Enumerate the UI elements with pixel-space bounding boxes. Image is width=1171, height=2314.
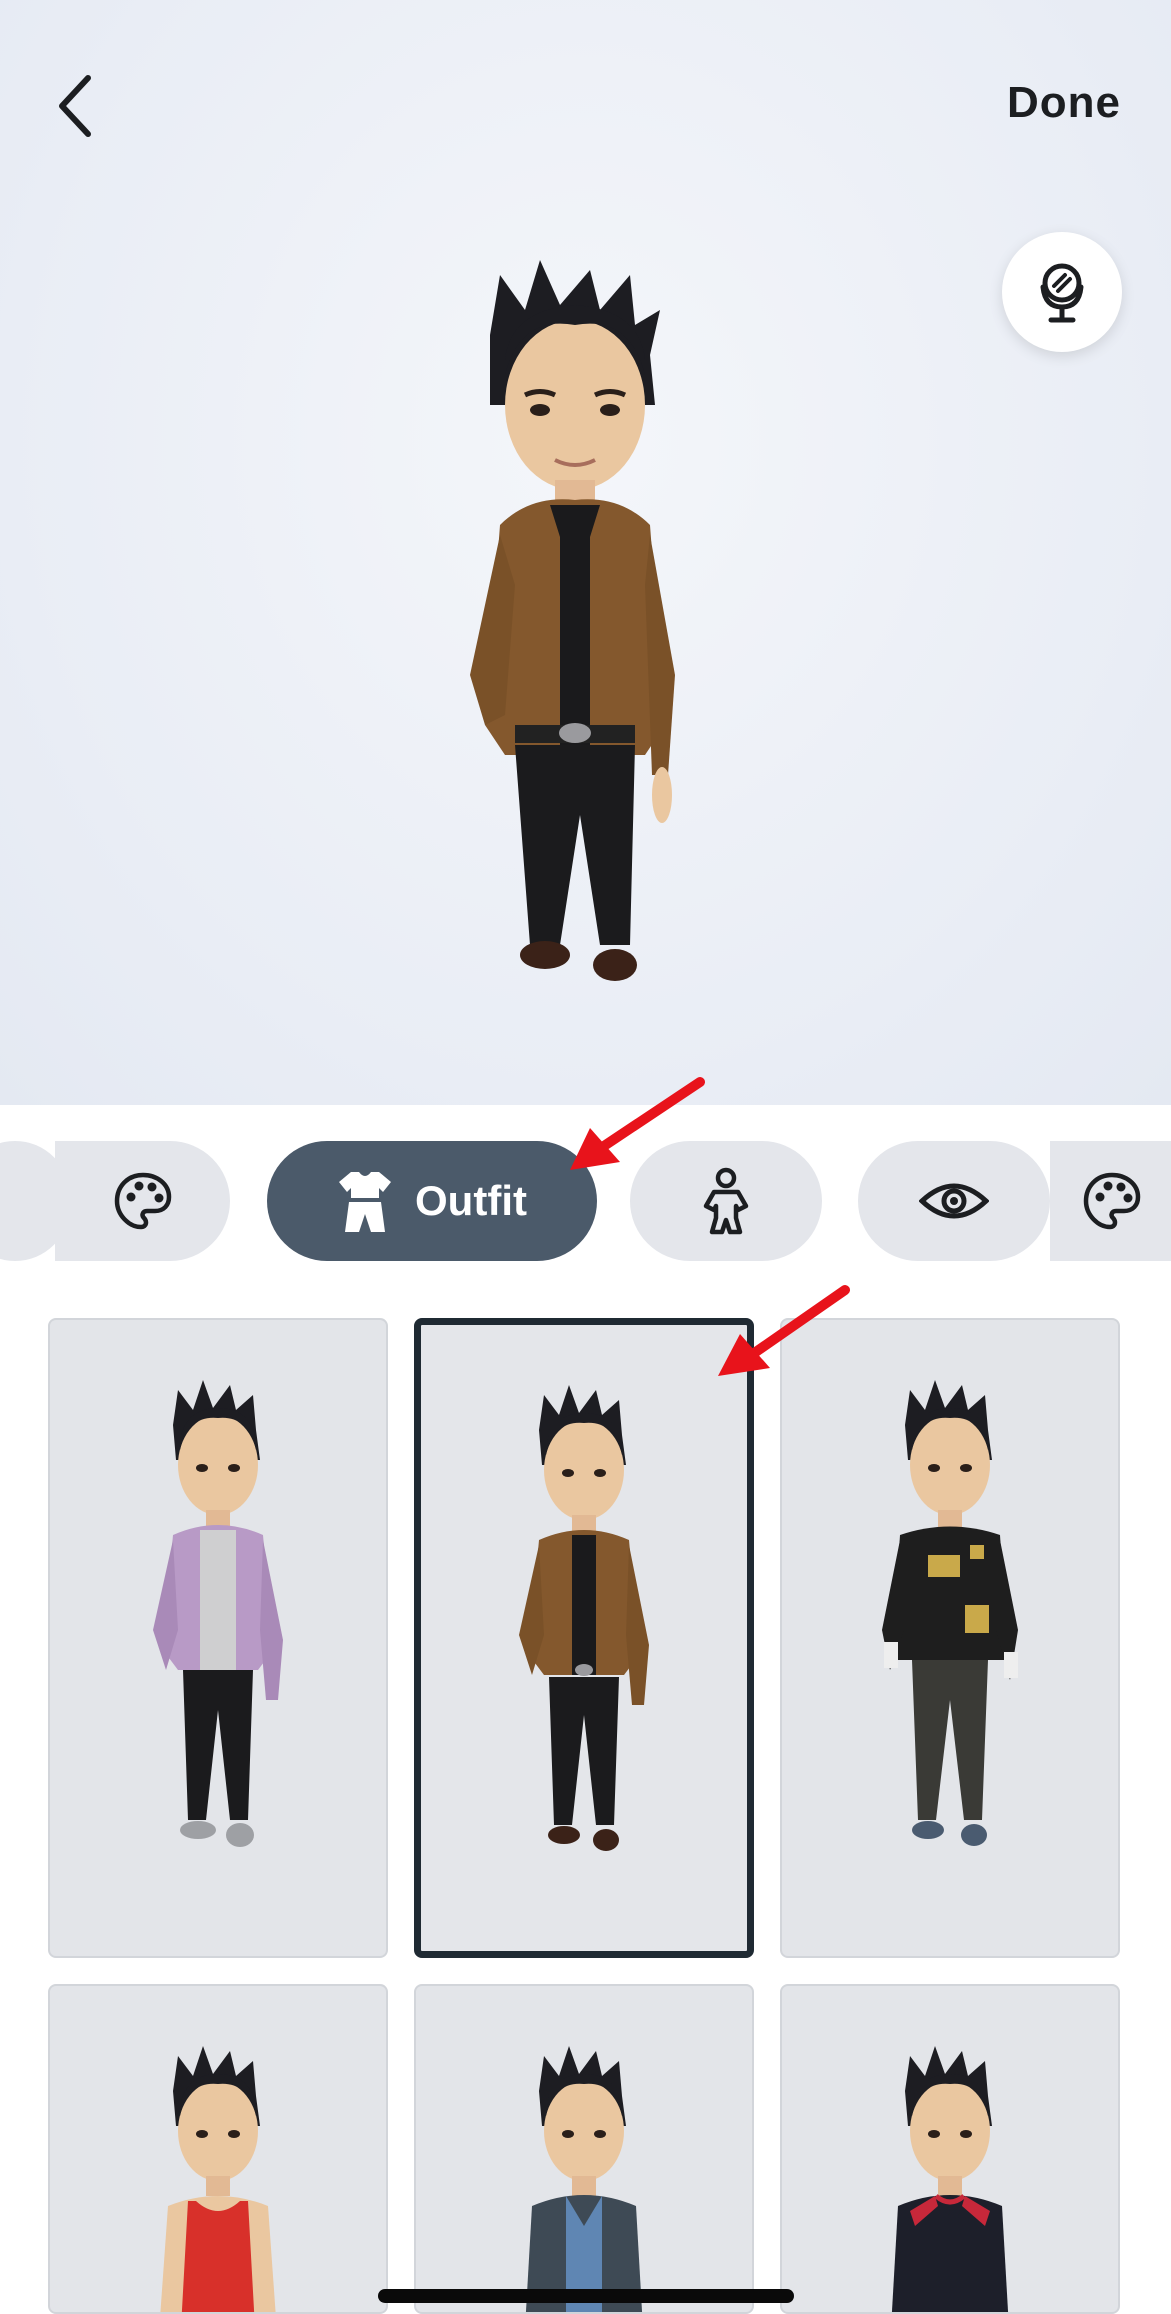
palette-icon (1083, 1172, 1141, 1230)
tab-outfit[interactable]: Outfit (267, 1141, 597, 1261)
avatar-thumbnail (160, 2046, 276, 2312)
avatar-thumbnail (882, 1380, 1018, 1846)
outfit-option-brown-blazer[interactable] (414, 1318, 754, 1958)
outfit-icon (339, 1172, 392, 1232)
outfit-option-lavender-jacket[interactable] (48, 1318, 388, 1958)
annotation-arrow-outfit (570, 1077, 705, 1170)
tab-palette[interactable] (55, 1141, 230, 1261)
done-button[interactable]: Done (1007, 78, 1121, 128)
outfit-option-red-tank-top[interactable] (48, 1984, 388, 2314)
outfit-option-denim-shirt[interactable] (414, 1984, 754, 2314)
tab-eye[interactable] (858, 1141, 1050, 1261)
avatar-thumbnail (519, 1385, 649, 1851)
avatar-thumbnail (525, 2046, 643, 2312)
eye-icon (919, 1183, 989, 1219)
annotation-arrow-selected (718, 1285, 850, 1376)
avatar-thumbnail (153, 1380, 283, 1847)
chevron-left-icon (59, 75, 91, 137)
tab-palette-2[interactable] (1050, 1141, 1171, 1261)
palette-icon (114, 1172, 171, 1230)
avatar-figure (470, 260, 675, 981)
mirror-icon (1040, 263, 1084, 323)
mirror-button[interactable] (1002, 232, 1122, 352)
outfit-option-black-patch-sweater[interactable] (780, 1318, 1120, 1958)
home-indicator[interactable] (378, 2289, 794, 2303)
avatar-preview: Done (0, 0, 1171, 1105)
back-button[interactable] (48, 70, 108, 142)
tab-outfit-label: Outfit (415, 1177, 527, 1224)
avatar-thumbnail (891, 2046, 1009, 2312)
outfit-option-sport-top[interactable] (780, 1984, 1120, 2314)
